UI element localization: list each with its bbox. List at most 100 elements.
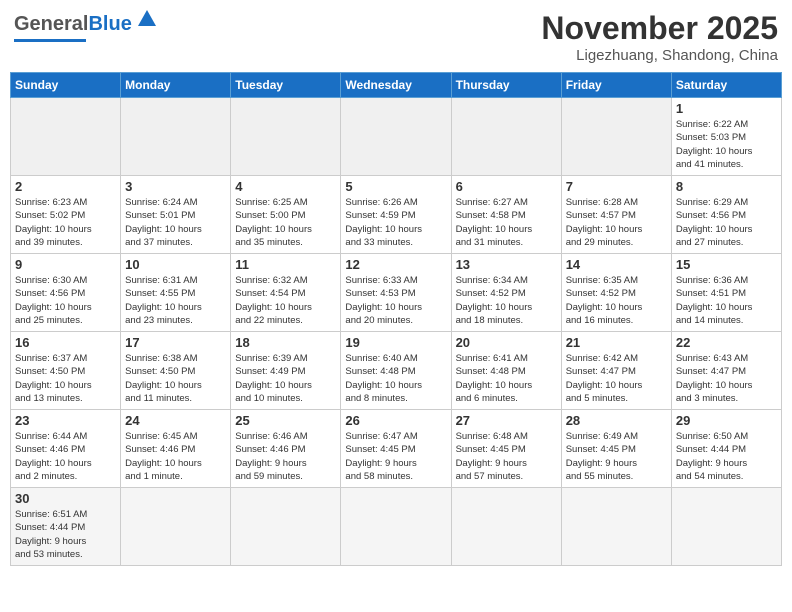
table-row: 23 Sunrise: 6:44 AM Sunset: 4:46 PM Dayli… [11,410,121,488]
week-row-6: 30Sunrise: 6:51 AM Sunset: 4:44 PM Dayli… [11,488,782,566]
day-info: Sunrise: 6:34 AM Sunset: 4:52 PM Dayligh… [456,274,557,327]
logo-text-general: General [14,14,88,34]
day-number: 16 [15,335,116,350]
day-info: Sunrise: 6:42 AM Sunset: 4:47 PM Dayligh… [566,352,667,405]
day-info: Sunrise: 6:40 AM Sunset: 4:48 PM Dayligh… [345,352,446,405]
day-info: Sunrise: 6:45 AM Sunset: 4:46 PM Dayligh… [125,430,226,483]
day-number: 15 [676,257,777,272]
table-row: 5 Sunrise: 6:26 AM Sunset: 4:59 PM Daylig… [341,176,451,254]
weekday-header-row: Sunday Monday Tuesday Wednesday Thursday… [11,73,782,98]
table-row: 17 Sunrise: 6:38 AM Sunset: 4:50 PM Dayli… [121,332,231,410]
day-number: 23 [15,413,116,428]
day-number: 11 [235,257,336,272]
table-row: 19 Sunrise: 6:40 AM Sunset: 4:48 PM Dayli… [341,332,451,410]
day-info: Sunrise: 6:25 AM Sunset: 5:00 PM Dayligh… [235,196,336,249]
table-row: 3 Sunrise: 6:24 AM Sunset: 5:01 PM Daylig… [121,176,231,254]
day-info: Sunrise: 6:28 AM Sunset: 4:57 PM Dayligh… [566,196,667,249]
table-row: 13Sunrise: 6:34 AM Sunset: 4:52 PM Dayli… [451,254,561,332]
week-row-2: 2 Sunrise: 6:23 AM Sunset: 5:02 PM Daylig… [11,176,782,254]
table-row: 15 Sunrise: 6:36 AM Sunset: 4:51 PM Dayli… [671,254,781,332]
calendar-table: Sunday Monday Tuesday Wednesday Thursday… [10,72,782,566]
table-row: 16 Sunrise: 6:37 AM Sunset: 4:50 PM Dayli… [11,332,121,410]
day-number: 25 [235,413,336,428]
day-info: Sunrise: 6:49 AM Sunset: 4:45 PM Dayligh… [566,430,667,483]
table-row: 21 Sunrise: 6:42 AM Sunset: 4:47 PM Dayli… [561,332,671,410]
day-number: 21 [566,335,667,350]
table-row: 9 Sunrise: 6:30 AM Sunset: 4:56 PM Daylig… [11,254,121,332]
table-row: 4Sunrise: 6:25 AM Sunset: 5:00 PM Daylig… [231,176,341,254]
month-title: November 2025 [541,10,778,47]
table-row [561,488,671,566]
header-tuesday: Tuesday [231,73,341,98]
header-thursday: Thursday [451,73,561,98]
day-info: Sunrise: 6:44 AM Sunset: 4:46 PM Dayligh… [15,430,116,483]
table-row [121,98,231,176]
table-row [341,488,451,566]
page-header: General Blue November 2025 Ligezhuang, S… [10,10,782,64]
day-number: 18 [235,335,336,350]
day-number: 3 [125,179,226,194]
day-info: Sunrise: 6:37 AM Sunset: 4:50 PM Dayligh… [15,352,116,405]
table-row [11,98,121,176]
day-number: 6 [456,179,557,194]
day-number: 5 [345,179,446,194]
day-info: Sunrise: 6:36 AM Sunset: 4:51 PM Dayligh… [676,274,777,327]
day-info: Sunrise: 6:23 AM Sunset: 5:02 PM Dayligh… [15,196,116,249]
day-number: 20 [456,335,557,350]
table-row: 7Sunrise: 6:28 AM Sunset: 4:57 PM Daylig… [561,176,671,254]
header-friday: Friday [561,73,671,98]
table-row: 1Sunrise: 6:22 AM Sunset: 5:03 PM Daylig… [671,98,781,176]
week-row-1: 1Sunrise: 6:22 AM Sunset: 5:03 PM Daylig… [11,98,782,176]
day-info: Sunrise: 6:22 AM Sunset: 5:03 PM Dayligh… [676,118,777,171]
week-row-3: 9 Sunrise: 6:30 AM Sunset: 4:56 PM Daylig… [11,254,782,332]
day-info: Sunrise: 6:30 AM Sunset: 4:56 PM Dayligh… [15,274,116,327]
table-row [341,98,451,176]
table-row: 25Sunrise: 6:46 AM Sunset: 4:46 PM Dayli… [231,410,341,488]
table-row: 11 Sunrise: 6:32 AM Sunset: 4:54 PM Dayli… [231,254,341,332]
logo-icon [136,8,158,35]
day-info: Sunrise: 6:27 AM Sunset: 4:58 PM Dayligh… [456,196,557,249]
day-number: 30 [15,491,116,506]
day-info: Sunrise: 6:29 AM Sunset: 4:56 PM Dayligh… [676,196,777,249]
table-row [451,488,561,566]
title-block: November 2025 Ligezhuang, Shandong, Chin… [541,10,778,64]
day-info: Sunrise: 6:35 AM Sunset: 4:52 PM Dayligh… [566,274,667,327]
day-number: 28 [566,413,667,428]
day-number: 10 [125,257,226,272]
day-info: Sunrise: 6:32 AM Sunset: 4:54 PM Dayligh… [235,274,336,327]
day-info: Sunrise: 6:43 AM Sunset: 4:47 PM Dayligh… [676,352,777,405]
table-row: 26Sunrise: 6:47 AM Sunset: 4:45 PM Dayli… [341,410,451,488]
table-row: 29Sunrise: 6:50 AM Sunset: 4:44 PM Dayli… [671,410,781,488]
table-row: 6 Sunrise: 6:27 AM Sunset: 4:58 PM Daylig… [451,176,561,254]
day-info: Sunrise: 6:39 AM Sunset: 4:49 PM Dayligh… [235,352,336,405]
table-row: 18 Sunrise: 6:39 AM Sunset: 4:49 PM Dayli… [231,332,341,410]
day-number: 22 [676,335,777,350]
day-number: 24 [125,413,226,428]
table-row: 2 Sunrise: 6:23 AM Sunset: 5:02 PM Daylig… [11,176,121,254]
day-info: Sunrise: 6:38 AM Sunset: 4:50 PM Dayligh… [125,352,226,405]
logo: General Blue [14,10,158,42]
table-row: 12Sunrise: 6:33 AM Sunset: 4:53 PM Dayli… [341,254,451,332]
logo-text-blue: Blue [88,14,131,34]
day-info: Sunrise: 6:41 AM Sunset: 4:48 PM Dayligh… [456,352,557,405]
header-wednesday: Wednesday [341,73,451,98]
table-row: 28 Sunrise: 6:49 AM Sunset: 4:45 PM Dayli… [561,410,671,488]
table-row [671,488,781,566]
day-number: 27 [456,413,557,428]
table-row: 8Sunrise: 6:29 AM Sunset: 4:56 PM Daylig… [671,176,781,254]
week-row-5: 23 Sunrise: 6:44 AM Sunset: 4:46 PM Dayli… [11,410,782,488]
day-number: 17 [125,335,226,350]
table-row: 22 Sunrise: 6:43 AM Sunset: 4:47 PM Dayli… [671,332,781,410]
day-number: 2 [15,179,116,194]
table-row: 24 Sunrise: 6:45 AM Sunset: 4:46 PM Dayli… [121,410,231,488]
day-number: 14 [566,257,667,272]
day-number: 9 [15,257,116,272]
day-info: Sunrise: 6:26 AM Sunset: 4:59 PM Dayligh… [345,196,446,249]
table-row [561,98,671,176]
day-info: Sunrise: 6:33 AM Sunset: 4:53 PM Dayligh… [345,274,446,327]
day-number: 26 [345,413,446,428]
header-sunday: Sunday [11,73,121,98]
day-number: 19 [345,335,446,350]
table-row: 14 Sunrise: 6:35 AM Sunset: 4:52 PM Dayli… [561,254,671,332]
day-info: Sunrise: 6:24 AM Sunset: 5:01 PM Dayligh… [125,196,226,249]
